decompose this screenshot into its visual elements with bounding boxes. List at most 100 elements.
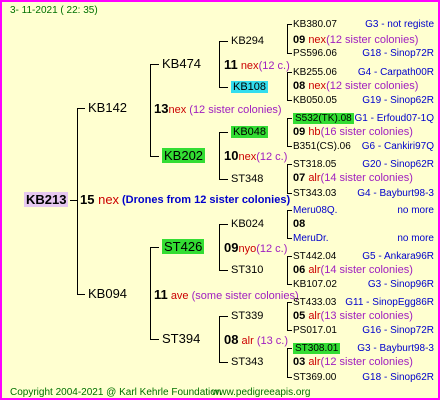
gen3-type: nex [308,80,327,92]
gen1-node[interactable]: KB142 [88,101,127,114]
gen2-node[interactable]: ST394 [162,332,200,345]
gen2-id: KB202 [162,148,206,163]
footer-site-link[interactable]: www.pedigreeapis.org [212,386,310,399]
gen3-node[interactable]: KB108 [231,81,269,94]
gen3-node[interactable]: ST339 [231,310,263,323]
gen4-location: G16 - Sinop72R [362,325,434,336]
gen4-location: G4 - Bayburt98-3 [357,188,434,199]
gen4-location: G5 - Ankara96R [362,251,434,262]
gen3-id: KB048 [231,126,269,138]
connector [150,339,159,340]
gen4-node[interactable]: ST433.03 [293,296,336,309]
gen2-desc: (12 c.) [256,151,288,163]
gen3-node[interactable]: KB048 [231,126,269,139]
connector [150,64,159,65]
connector [219,87,228,88]
connector [287,146,292,147]
gen2-type: nex [240,60,259,72]
connector [219,132,228,133]
connector [219,270,228,271]
connector [219,132,220,179]
gen2-node[interactable]: KB202 [162,148,206,163]
gen4-node[interactable]: ST343.03 [293,187,336,200]
connector [287,284,292,285]
connector [287,210,292,211]
gen2-desc: (12 c.) [258,60,290,72]
gen4-node[interactable]: KB050.05 [293,94,337,107]
gen2-type: alr [241,335,254,347]
gen4-node[interactable]: B351(CS).06 [293,140,351,153]
connector [150,247,151,339]
gen3-type: alr [308,356,321,368]
gen4-location: no more [397,205,434,216]
gen4-node[interactable]: S532(TK).08 [293,112,354,125]
connector [287,348,292,349]
gen3-node[interactable]: KB024 [231,218,264,231]
connector [70,200,77,201]
gen4-node[interactable]: MeruDr. [293,232,329,245]
connector [219,316,228,317]
gen3-info: 07 alr(14 sister colonies) [293,172,413,185]
gen4-node[interactable]: KB255.06 [293,66,337,79]
gen3-num: 08 [293,218,306,230]
gen4-location: G3 - Bayburt98-3 [357,343,434,354]
connector [287,118,292,119]
gen3-node[interactable]: ST310 [231,264,263,277]
gen4-location: no more [397,233,434,244]
gen1-info: 11 ave (some sister colonies) [154,288,299,303]
gen2-info: 09nyo(12 c.) [224,241,287,256]
gen2-num: 11 [224,57,238,72]
connector [287,330,292,331]
gen2-type: nex [238,151,257,163]
gen4-node[interactable]: KB380.07 [293,18,337,31]
gen3-desc: (12 sister colonies) [326,80,419,92]
gen3-node[interactable]: ST348 [231,173,263,186]
gen4-node[interactable]: ST442.04 [293,250,336,263]
gen4-node[interactable]: KB107.02 [293,278,337,291]
gen4-node[interactable]: ST369.00 [293,371,336,384]
gen3-info: 05 alr(13 sister colonies) [293,310,413,323]
connector [287,164,292,165]
gen2-desc: (13 c.) [256,335,289,347]
gen4-node[interactable]: PS596.06 [293,47,337,60]
connector [150,156,159,157]
gen4-location: G18 - Sinop62R [362,372,434,383]
gen3-num: 09 [293,34,306,46]
gen4-node[interactable]: Meru08Q. [293,204,337,217]
gen3-node[interactable]: KB294 [231,35,264,48]
gen3-type: alr [308,310,321,322]
root-node[interactable]: KB213 [24,192,69,207]
gen3-num: 09 [293,126,306,138]
gen1-num: 13 [154,101,169,116]
gen4-location: G6 - Cankiri97Q [361,141,434,152]
connector [287,100,292,101]
gen2-info: 11 nex(12 c.) [224,58,290,73]
connector [150,64,151,156]
gen1-desc: (12 sister colonies) [189,104,282,116]
gen1-num: 11 [154,287,168,302]
gen4-node[interactable]: ST318.05 [293,158,336,171]
connector [219,362,228,363]
gen4-location: G19 - Sinop62R [362,95,434,106]
gen3-info: 09 hb(16 sister colonies) [293,126,413,139]
gen1-type: nex [168,104,187,116]
connector [287,348,288,377]
gen4-location: G18 - Sinop72R [362,48,434,59]
gen3-num: 06 [293,264,306,276]
gen3-info: 08 nex(12 sister colonies) [293,80,418,93]
gen4-node[interactable]: PS017.01 [293,324,337,337]
gen2-node[interactable]: ST426 [162,239,205,254]
gen3-type: hb [308,126,321,138]
gen1-node[interactable]: KB094 [88,287,127,300]
gen2-node[interactable]: KB474 [162,57,201,70]
gen3-num: 07 [293,172,306,184]
gen4-node[interactable]: ST308.01 [293,342,341,355]
gen3-node[interactable]: ST343 [231,356,263,369]
gen3-desc: (13 sister colonies) [320,310,413,322]
root-type: nex [98,192,120,207]
connector [219,224,220,270]
connector [219,41,220,87]
gen2-info: 08 alr (13 c.) [224,333,288,348]
gen4-id: S532(TK).08 [293,113,354,124]
connector [150,247,159,248]
